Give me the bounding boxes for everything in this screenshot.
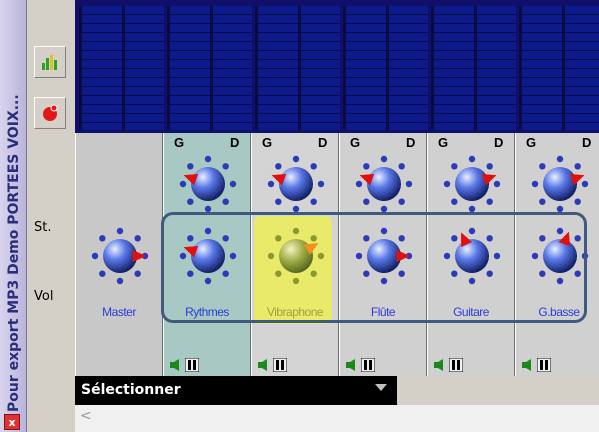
chevron-down-icon (375, 384, 387, 391)
right-channel-label: D (318, 135, 328, 150)
right-channel-label: D (582, 135, 592, 150)
knob-icon (531, 155, 589, 213)
select-dropdown[interactable]: Sélectionner (75, 376, 397, 405)
knob-icon (443, 155, 501, 213)
pan-knob[interactable] (441, 153, 503, 215)
mute-solo-buttons[interactable] (345, 358, 377, 372)
headphones-icon (449, 358, 463, 372)
pan-knob[interactable] (529, 153, 591, 215)
knob-icon (267, 155, 325, 213)
right-channel-label: D (494, 135, 504, 150)
knob-icon (179, 155, 237, 213)
speaker-icon (434, 359, 443, 371)
left-channel-label: G (174, 135, 185, 150)
speaker-icon (258, 359, 267, 371)
mute-solo-buttons[interactable] (521, 358, 553, 372)
channel-strip[interactable]: Master (75, 133, 163, 376)
pan-knob[interactable] (177, 153, 239, 215)
volume-knob[interactable] (89, 225, 151, 287)
pan-knob[interactable] (353, 153, 415, 215)
speaker-icon (522, 359, 531, 371)
headphones-icon (537, 358, 551, 372)
speaker-icon (346, 359, 355, 371)
right-channel-label: D (230, 135, 240, 150)
select-dropdown-label: Sélectionner (81, 382, 181, 398)
knob-icon (91, 227, 149, 285)
mute-solo-buttons[interactable] (257, 358, 289, 372)
pan-knob[interactable] (265, 153, 327, 215)
mute-solo-buttons[interactable] (169, 358, 201, 372)
mute-solo-buttons[interactable] (433, 358, 465, 372)
horizontal-scrollbar[interactable] (75, 405, 599, 432)
left-channel-label: G (438, 135, 449, 150)
right-channel-label: D (406, 135, 416, 150)
headphones-icon (185, 358, 199, 372)
left-channel-label: G (262, 135, 273, 150)
headphones-icon (361, 358, 375, 372)
channel-name: Master (102, 305, 136, 319)
selection-frame (161, 212, 587, 323)
left-channel-label: G (526, 135, 537, 150)
scroll-left-button[interactable]: < (80, 408, 96, 428)
speaker-icon (170, 359, 179, 371)
knob-icon (355, 155, 413, 213)
left-channel-label: G (350, 135, 361, 150)
headphones-icon (273, 358, 287, 372)
